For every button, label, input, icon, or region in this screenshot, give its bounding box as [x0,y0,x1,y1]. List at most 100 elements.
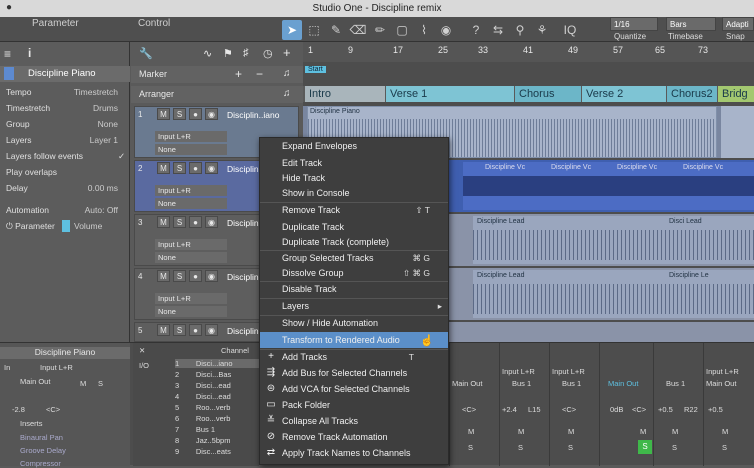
strip-pan[interactable]: <C> [632,405,646,414]
clock-icon[interactable]: ◷ [263,47,273,60]
menu-item-show-hide-automation[interactable]: Show / Hide Automation [260,315,448,331]
mute-button[interactable]: M [157,216,170,228]
menu-item-apply-track-names[interactable]: ⇄ Apply Track Names to Channels [260,445,448,461]
marker-remove-icon[interactable]: − [256,67,263,81]
marker-lane[interactable]: Start [303,62,754,86]
audio-clip[interactable]: Discipline Lead Disci Lead [473,216,754,264]
track-input-select[interactable]: Input L+R [155,239,227,250]
menu-item-duplicate-track[interactable]: Duplicate Track [260,219,448,235]
section-bridge[interactable]: Bridg [718,86,754,102]
record-button[interactable]: ● [189,270,202,282]
monitor-button[interactable]: ◉ [205,324,218,336]
inspector-track-header[interactable]: Discipline Piano [0,66,130,82]
menu-item-duplicate-track-complete[interactable]: Duplicate Track (complete) [260,234,448,250]
strip-in[interactable]: Input L+R [502,367,535,376]
section-chorus2[interactable]: Chorus2 [667,86,717,102]
strip-volume[interactable]: <C> [562,405,576,414]
menu-item-edit-track[interactable]: Edit Track [260,155,448,171]
section-verse2[interactable]: Verse 2 [582,86,666,102]
timeline-ruler[interactable]: 1 9 17 25 33 41 49 57 65 73 [303,42,754,62]
mixer-mute-button[interactable]: M [80,379,86,388]
close-icon[interactable]: ✕ [139,346,145,355]
strip-out[interactable]: Main Out [706,379,736,388]
range-tool-icon[interactable]: ⬚ [304,20,324,40]
strip-solo[interactable]: S [518,443,523,452]
strip-mute[interactable]: M [468,427,474,436]
power-icon[interactable]: ⏻ [6,221,15,231]
solo-button[interactable]: S [173,324,186,336]
section-intro[interactable]: Intro [305,86,385,102]
arrow-tool-icon[interactable]: ➤ [282,20,302,40]
mute-tool-icon[interactable]: ▢ [392,20,412,40]
marker-add-icon[interactable]: + [235,67,242,81]
strip-pan[interactable]: L15 [528,405,541,414]
strip-volume[interactable]: <C> [462,405,476,414]
info-icon[interactable]: i [28,46,31,60]
audio-clip[interactable]: Discipline Lead Discipline Le [473,270,754,318]
strip-volume[interactable]: +0.5 [708,405,723,414]
strip-solo[interactable]: S [568,443,573,452]
snap-select[interactable]: Adapti [722,17,754,31]
strip-in[interactable]: Input L+R [552,367,585,376]
strip-in[interactable]: Input L+R [706,367,739,376]
insert-plugin[interactable]: Groove Delay [20,446,66,455]
menu-item-disable-track[interactable]: Disable Track [260,281,448,297]
menu-item-remove-automation[interactable]: ⊘ Remove Track Automation [260,429,448,445]
strip-solo[interactable]: S [672,443,677,452]
strip-out[interactable]: Bus 1 [666,379,685,388]
flag-icon[interactable]: ⚑ [223,47,233,60]
menu-item-remove-track[interactable]: Remove Track ⇧ T [260,202,448,218]
strip-mute[interactable]: M [722,427,728,436]
marker-note-icon[interactable]: ♫ [283,68,291,79]
record-button[interactable]: ● [189,162,202,174]
monitor-button[interactable]: ◉ [205,216,218,228]
arranger-note-icon[interactable]: ♫ [283,88,291,99]
menu-item-pack-folder[interactable]: ▭ Pack Folder [260,397,448,413]
menu-item-show-in-console[interactable]: Show in Console [260,185,448,201]
strip-solo-active[interactable]: S [638,440,652,454]
strip-pan[interactable]: R22 [684,405,698,414]
strip-out[interactable]: Main Out [608,379,638,388]
menu-item-collapse-all[interactable]: ≚ Collapse All Tracks [260,413,448,429]
strip-mute[interactable]: M [568,427,574,436]
insert-plugin[interactable]: Compressor [20,459,61,468]
strip-mute[interactable]: M [640,427,646,436]
track-input-select[interactable]: Input L+R [155,185,227,196]
channel-row[interactable]: 3 Disci...ead [175,381,231,390]
layers-follow-checkbox[interactable]: ✓ [118,148,125,164]
solo-button[interactable]: S [173,270,186,282]
strip-volume[interactable]: +0.5 [658,405,673,414]
menu-item-group-selected[interactable]: Group Selected Tracks ⌘ G [260,250,448,266]
menu-item-add-bus[interactable]: ⇶ Add Bus for Selected Channels [260,365,448,381]
channel-row[interactable]: 4 Disci...ead [175,392,231,401]
strip-out[interactable]: Main Out [452,379,482,388]
strip-solo[interactable]: S [468,443,473,452]
bend-tool-icon[interactable]: ⌇ [414,20,434,40]
strip-out[interactable]: Bus 1 [512,379,531,388]
automation-value[interactable]: Auto: Off [58,202,118,218]
split-tool-icon[interactable]: ✎ [326,20,346,40]
zoom-icon[interactable]: ⚲ [510,20,530,40]
menu-item-transform-rendered-audio[interactable]: Transform to Rendered Audio ☝ [260,332,448,348]
monitor-button[interactable]: ◉ [205,108,218,120]
audio-clip[interactable] [721,106,754,158]
strip-mute[interactable]: M [672,427,678,436]
track-sub-select[interactable]: None [155,198,227,209]
close-icon[interactable]: ● [6,2,12,13]
track-sub-select[interactable]: None [155,144,227,155]
volume-value[interactable]: -2.8 [12,405,25,414]
strip-volume[interactable]: +2.4 [502,405,517,414]
monitor-button[interactable]: ◉ [205,162,218,174]
monitor-button[interactable]: ◉ [205,270,218,282]
channel-row[interactable]: 7 Bus 1 [175,425,215,434]
mute-button[interactable]: M [157,324,170,336]
timestretch-value[interactable]: Drums [58,100,118,116]
record-button[interactable]: ● [189,216,202,228]
strip-solo[interactable]: S [722,443,727,452]
link-icon[interactable]: ⇆ [488,20,508,40]
track-sub-select[interactable]: None [155,252,227,263]
mute-button[interactable]: M [157,162,170,174]
solo-button[interactable]: S [173,216,186,228]
mute-button[interactable]: M [157,270,170,282]
channel-row[interactable]: 6 Roo...verb [175,414,230,423]
